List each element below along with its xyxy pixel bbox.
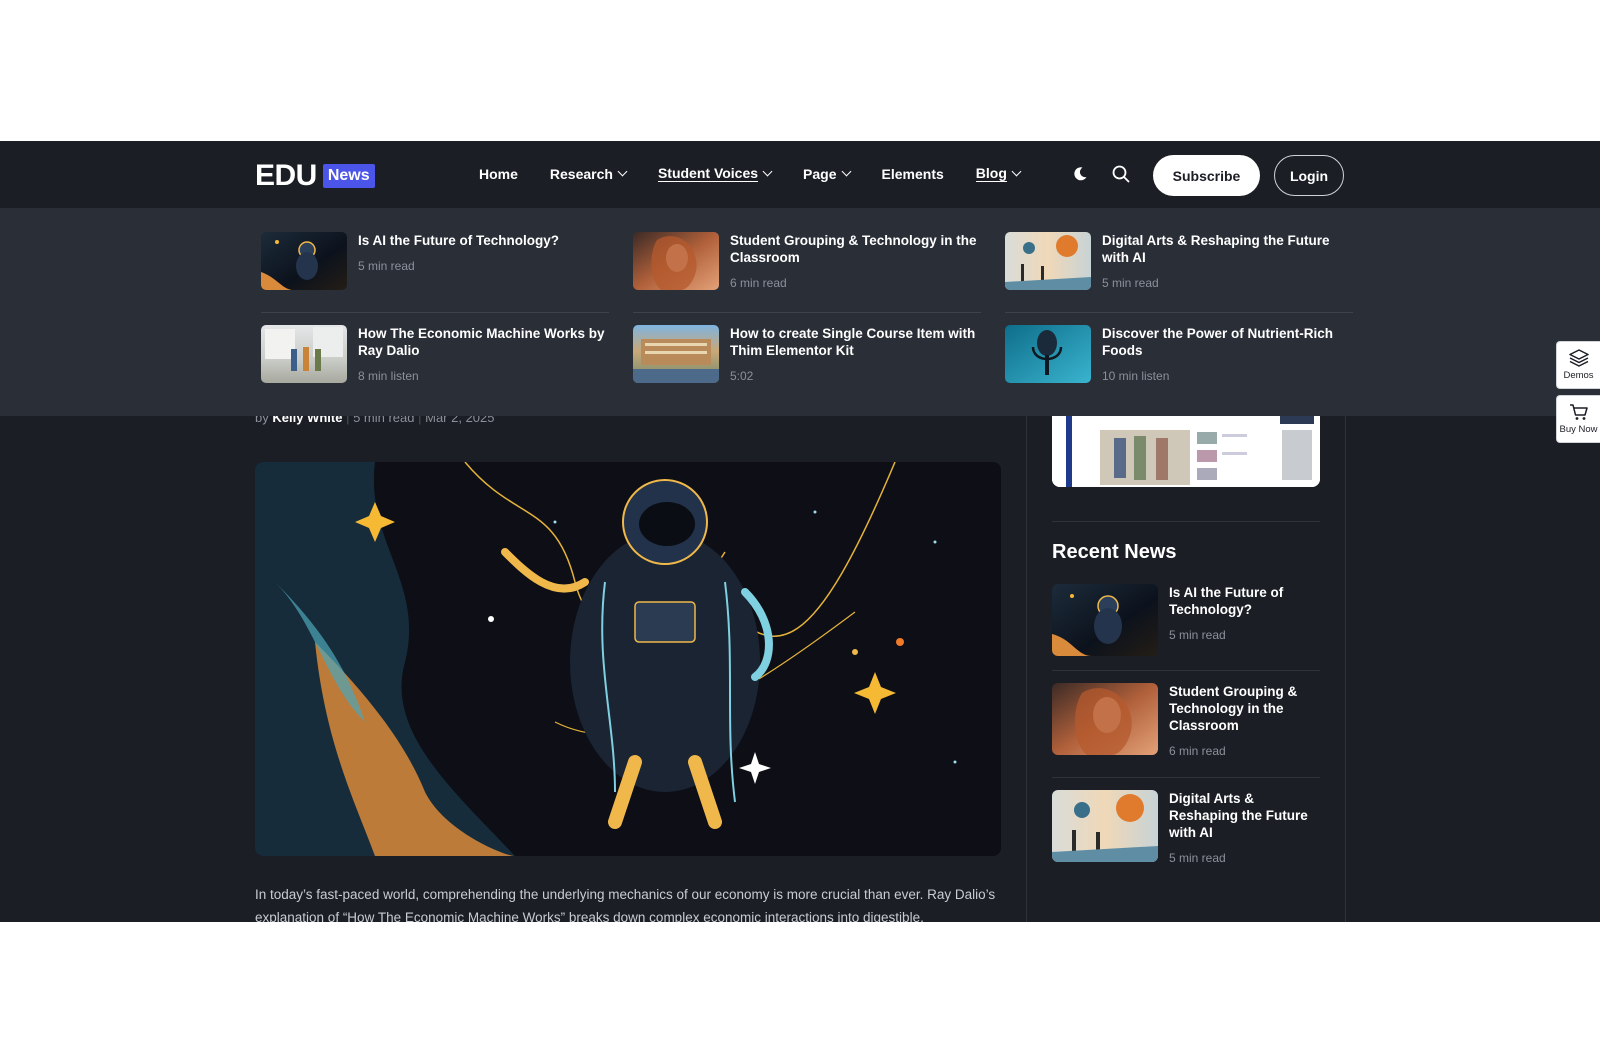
nav-elements-label: Elements — [881, 165, 944, 182]
mega-menu-meta: 10 min listen — [1102, 369, 1170, 383]
recent-news-thumb[interactable] — [1052, 683, 1158, 755]
blog-mega-menu: Is AI the Future of Technology? 5 min re… — [0, 208, 1600, 416]
mega-menu-item[interactable]: Student Grouping & Technology in the Cla… — [633, 232, 978, 292]
nav-student-voices[interactable]: Student Voices — [657, 165, 773, 184]
mega-menu-thumb[interactable] — [633, 232, 719, 290]
demos-tab[interactable]: Demos — [1556, 341, 1600, 389]
recent-news-thumb[interactable] — [1052, 584, 1158, 656]
chevron-down-icon — [617, 166, 628, 177]
sidebar-divider — [1052, 521, 1320, 522]
site-logo[interactable]: EDU News — [255, 159, 375, 193]
nav-page[interactable]: Page — [803, 165, 851, 184]
mega-menu-meta: 5 min read — [1102, 276, 1159, 290]
recent-news-title-link[interactable]: Digital Arts & Reshaping the Future with… — [1169, 790, 1319, 841]
mega-menu-thumb[interactable] — [261, 232, 347, 290]
hero-image — [255, 462, 1001, 856]
recent-news-title: Recent News — [1052, 541, 1177, 563]
recent-news-item[interactable]: Student Grouping & Technology in the Cla… — [1052, 683, 1322, 758]
nav-blog[interactable]: Blog — [975, 165, 1022, 184]
layers-icon — [1568, 349, 1589, 367]
mega-menu-title[interactable]: Digital Arts & Reshaping the Future with… — [1102, 232, 1350, 266]
nav-home-label: Home — [479, 165, 518, 182]
recent-news-item[interactable]: Is AI the Future of Technology? 5 min re… — [1052, 584, 1322, 656]
mega-menu-item[interactable]: Discover the Power of Nutrient-Rich Food… — [1005, 325, 1350, 385]
recent-news-title-link[interactable]: Student Grouping & Technology in the Cla… — [1169, 683, 1319, 734]
nav-elements[interactable]: Elements — [882, 165, 944, 184]
mega-menu-meta: 5 min read — [358, 259, 415, 273]
chevron-down-icon — [841, 166, 851, 177]
mega-menu-thumb[interactable] — [633, 325, 719, 383]
demos-label: Demos — [1563, 370, 1594, 381]
mega-menu-thumb[interactable] — [1005, 325, 1091, 383]
mega-menu-meta: 6 min read — [730, 276, 787, 290]
mega-menu-title[interactable]: How The Economic Machine Works by Ray Da… — [358, 325, 606, 359]
site-header: EDU News Home Research Student Voices Pa… — [0, 141, 1600, 208]
recent-news-meta: 5 min read — [1169, 628, 1226, 642]
nav-student-voices-label: Student Voices — [657, 165, 759, 182]
mega-menu-meta: 5:02 — [730, 369, 754, 383]
recent-news-meta: 5 min read — [1169, 851, 1226, 865]
mega-menu-item[interactable]: Is AI the Future of Technology? 5 min re… — [261, 232, 606, 292]
recent-news-divider — [1052, 670, 1320, 671]
logo-text: EDU — [255, 159, 317, 192]
login-button[interactable]: Login — [1274, 155, 1344, 196]
recent-news-item[interactable]: Digital Arts & Reshaping the Future with… — [1052, 790, 1322, 865]
mega-menu-item[interactable]: Digital Arts & Reshaping the Future with… — [1005, 232, 1350, 292]
mega-menu-title[interactable]: Is AI the Future of Technology? — [358, 232, 559, 249]
recent-news-divider — [1052, 777, 1320, 778]
mega-menu-item[interactable]: How to create Single Course Item with Th… — [633, 325, 978, 385]
main-nav: Home Research Student Voices Page Elemen… — [479, 165, 1052, 184]
mega-menu-title[interactable]: Discover the Power of Nutrient-Rich Food… — [1102, 325, 1350, 359]
nav-research[interactable]: Research — [549, 165, 628, 184]
mega-menu-thumb[interactable] — [1005, 232, 1091, 290]
chevron-down-icon — [762, 166, 773, 177]
nav-blog-label: Blog — [975, 165, 1007, 182]
recent-news-thumb[interactable] — [1052, 790, 1158, 862]
logo-badge: News — [322, 164, 375, 188]
mega-menu-title[interactable]: Student Grouping & Technology in the Cla… — [730, 232, 978, 266]
nav-home[interactable]: Home — [479, 165, 518, 184]
subscribe-button[interactable]: Subscribe — [1153, 155, 1260, 196]
mega-menu-title[interactable]: How to create Single Course Item with Th… — [730, 325, 978, 359]
recent-news-meta: 6 min read — [1169, 744, 1226, 758]
search-icon[interactable] — [1112, 165, 1130, 183]
page-viewport: EDU News Home Research Student Voices Pa… — [0, 141, 1600, 922]
article-body: In today’s fast-paced world, comprehendi… — [255, 887, 996, 922]
mega-menu-divider — [1005, 312, 1353, 313]
moon-icon[interactable] — [1072, 166, 1088, 182]
nav-research-label: Research — [549, 165, 613, 182]
mega-menu-item[interactable]: How The Economic Machine Works by Ray Da… — [261, 325, 606, 385]
mega-menu-divider — [261, 312, 609, 313]
buy-now-label: Buy Now — [1559, 424, 1598, 435]
cart-icon — [1569, 404, 1588, 420]
sidebar-demo-screenshot[interactable] — [1052, 410, 1320, 487]
mega-menu-divider — [633, 312, 981, 313]
nav-page-label: Page — [803, 165, 837, 182]
mega-menu-meta: 8 min listen — [358, 369, 419, 383]
buy-now-tab[interactable]: Buy Now — [1556, 395, 1600, 443]
chevron-down-icon — [1011, 166, 1022, 177]
mega-menu-thumb[interactable] — [261, 325, 347, 383]
recent-news-title-link[interactable]: Is AI the Future of Technology? — [1169, 584, 1319, 618]
